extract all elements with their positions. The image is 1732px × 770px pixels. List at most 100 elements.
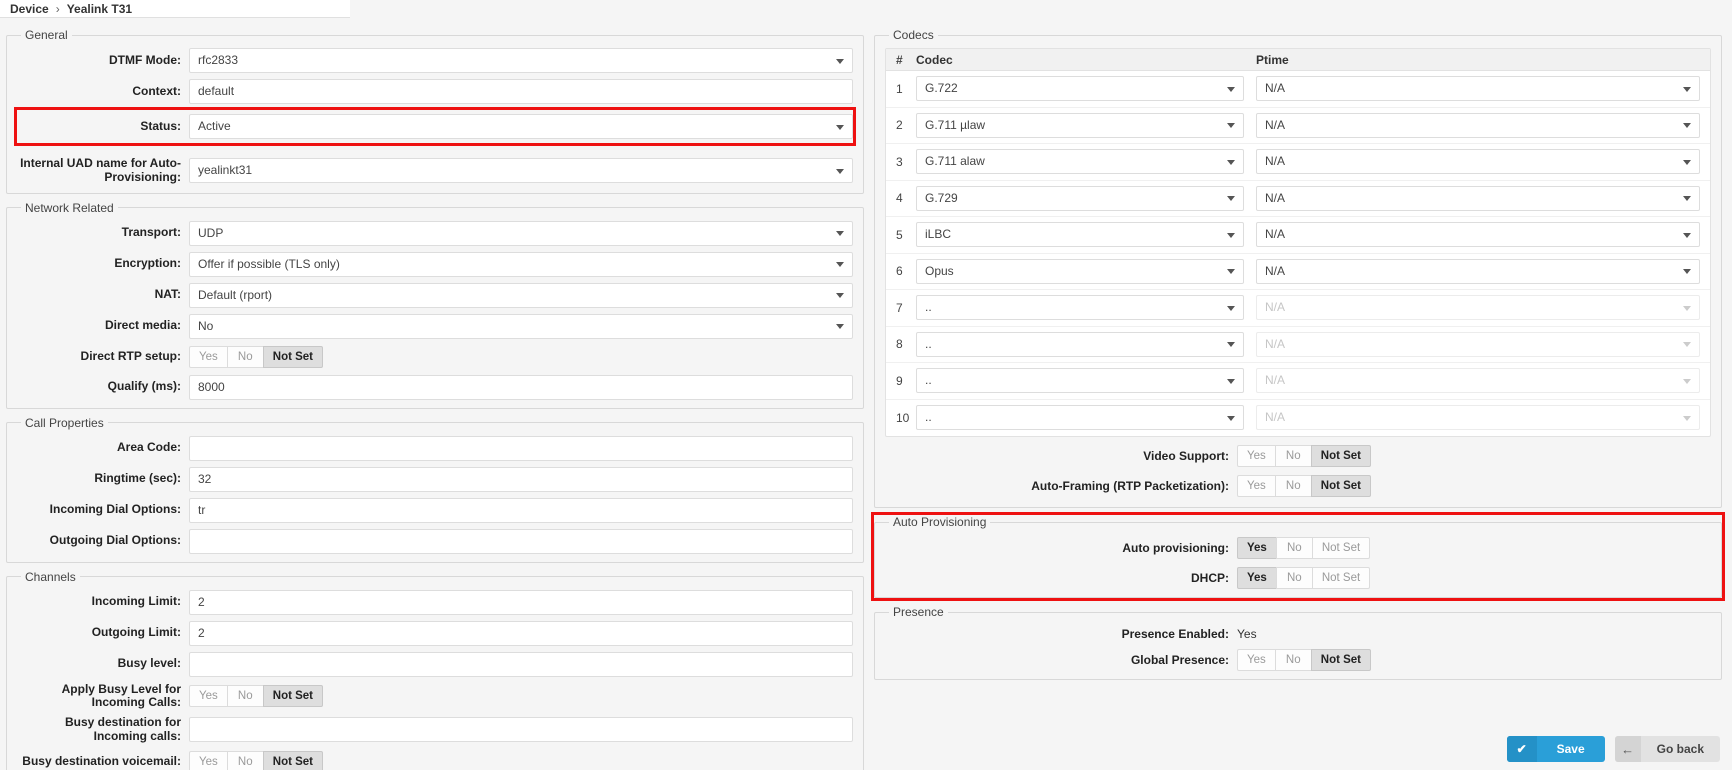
codec-select[interactable]: G.711 µlaw bbox=[916, 112, 1244, 138]
column-header-ptime: Ptime bbox=[1256, 52, 1289, 67]
apply-busy-level-yes[interactable]: Yes bbox=[189, 685, 228, 708]
apply-busy-level-notset[interactable]: Not Set bbox=[262, 685, 324, 708]
video-support-yes[interactable]: Yes bbox=[1237, 445, 1276, 467]
auto-framing-yes[interactable]: Yes bbox=[1237, 475, 1276, 497]
outgoing-dial-options-input[interactable] bbox=[189, 528, 853, 554]
ptime-select[interactable]: N/A bbox=[1256, 258, 1700, 284]
codec-select[interactable]: .. bbox=[916, 295, 1244, 321]
busy-destination-voicemail-yes[interactable]: Yes bbox=[189, 750, 228, 770]
chevron-down-icon bbox=[1683, 86, 1691, 92]
incoming-limit-input[interactable]: 2 bbox=[189, 589, 853, 615]
transport-select[interactable]: UDP bbox=[189, 220, 853, 246]
global-presence-toggle[interactable]: Yes No Not Set bbox=[1237, 649, 1372, 671]
direct-rtp-setup-no[interactable]: No bbox=[226, 345, 264, 368]
busy-destination-voicemail-notset[interactable]: Not Set bbox=[262, 750, 324, 770]
busy-destination-voicemail-no[interactable]: No bbox=[226, 750, 264, 770]
codec-select[interactable]: iLBC bbox=[916, 222, 1244, 248]
codec-select[interactable]: G.722 bbox=[916, 76, 1244, 102]
direct-rtp-setup-yes[interactable]: Yes bbox=[189, 345, 228, 368]
direct-rtp-setup-toggle[interactable]: Yes No Not Set bbox=[189, 345, 324, 368]
codec-select[interactable]: G.711 alaw bbox=[916, 149, 1244, 175]
busy-destination-incoming-input[interactable] bbox=[189, 717, 853, 743]
codec-select[interactable]: .. bbox=[916, 331, 1244, 357]
save-button-label: Save bbox=[1556, 742, 1585, 756]
area-code-input[interactable] bbox=[189, 435, 853, 461]
table-row: 6 Opus N/A bbox=[886, 254, 1710, 290]
auto-provisioning-notset[interactable]: Not Set bbox=[1311, 537, 1371, 559]
network-related-section: Network Related Transport: UDP Encryptio… bbox=[6, 200, 864, 409]
internal-uad-name-select[interactable]: yealinkt31 bbox=[189, 158, 853, 184]
arrow-left-icon: ← bbox=[1614, 736, 1641, 762]
field-internal-uad-name: Internal UAD name for Auto-Provisioning:… bbox=[17, 156, 853, 185]
incoming-dial-options-input[interactable]: tr bbox=[189, 497, 853, 523]
encryption-select[interactable]: Offer if possible (TLS only) bbox=[189, 251, 853, 277]
field-auto-provisioning: Auto provisioning: Yes No Not Set bbox=[885, 537, 1711, 559]
ptime-select[interactable]: N/A bbox=[1256, 112, 1700, 138]
auto-framing-label: Auto-Framing (RTP Packetization): bbox=[1031, 479, 1229, 493]
auto-provisioning-no[interactable]: No bbox=[1275, 537, 1313, 559]
global-presence-notset[interactable]: Not Set bbox=[1310, 649, 1372, 671]
table-row: 2 G.711 µlaw N/A bbox=[886, 108, 1710, 144]
go-back-button[interactable]: ← Go back bbox=[1614, 736, 1720, 762]
breadcrumb-root[interactable]: Device bbox=[10, 2, 49, 16]
left-column: General DTMF Mode: rfc2833 Context: defa… bbox=[6, 28, 864, 770]
direct-media-select[interactable]: No bbox=[189, 313, 853, 339]
presence-section: Presence Presence Enabled: Yes Global Pr… bbox=[874, 605, 1722, 680]
ptime-select[interactable]: N/A bbox=[1256, 222, 1700, 248]
chevron-down-icon bbox=[1227, 378, 1235, 384]
dhcp-notset[interactable]: Not Set bbox=[1311, 567, 1371, 589]
chevron-down-icon bbox=[836, 262, 844, 268]
dtmf-mode-select[interactable]: rfc2833 bbox=[189, 48, 853, 73]
internal-uad-name-value: yealinkt31 bbox=[198, 163, 253, 178]
codec-select[interactable]: G.729 bbox=[916, 185, 1244, 211]
video-support-no[interactable]: No bbox=[1274, 445, 1312, 467]
save-button[interactable]: ✔ Save bbox=[1506, 736, 1605, 762]
video-support-notset[interactable]: Not Set bbox=[1310, 445, 1372, 467]
ringtime-input[interactable]: 32 bbox=[189, 466, 853, 492]
row-number: 5 bbox=[896, 227, 903, 242]
auto-framing-no[interactable]: No bbox=[1274, 475, 1312, 497]
codec-select[interactable]: Opus bbox=[916, 258, 1244, 284]
chevron-down-icon bbox=[1683, 378, 1691, 384]
outgoing-limit-input[interactable]: 2 bbox=[189, 620, 853, 646]
codec-select[interactable]: .. bbox=[916, 405, 1244, 431]
busy-destination-voicemail-toggle[interactable]: Yes No Not Set bbox=[189, 750, 324, 770]
global-presence-label: Global Presence: bbox=[1130, 653, 1229, 667]
auto-provisioning-yes[interactable]: Yes bbox=[1237, 537, 1277, 559]
auto-provisioning-toggle[interactable]: Yes No Not Set bbox=[1237, 537, 1371, 559]
ptime-select[interactable]: N/A bbox=[1256, 185, 1700, 211]
nat-select[interactable]: Default (rport) bbox=[189, 282, 853, 308]
auto-framing-notset[interactable]: Not Set bbox=[1310, 475, 1372, 497]
dhcp-label: DHCP: bbox=[1191, 571, 1229, 585]
nat-label: NAT: bbox=[154, 287, 181, 302]
video-support-toggle[interactable]: Yes No Not Set bbox=[1237, 445, 1372, 467]
chevron-down-icon bbox=[1227, 196, 1235, 202]
direct-rtp-setup-notset[interactable]: Not Set bbox=[262, 345, 324, 368]
status-select[interactable]: Active bbox=[189, 114, 853, 139]
apply-busy-level-toggle[interactable]: Yes No Not Set bbox=[189, 685, 324, 708]
presence-enabled-label: Presence Enabled: bbox=[1121, 627, 1229, 641]
dhcp-no[interactable]: No bbox=[1275, 567, 1313, 589]
dhcp-yes[interactable]: Yes bbox=[1237, 567, 1277, 589]
global-presence-yes[interactable]: Yes bbox=[1237, 649, 1276, 671]
ptime-select[interactable]: N/A bbox=[1256, 149, 1700, 175]
apply-busy-level-no[interactable]: No bbox=[226, 685, 264, 708]
busy-level-input[interactable] bbox=[189, 651, 853, 677]
auto-framing-toggle[interactable]: Yes No Not Set bbox=[1237, 475, 1372, 497]
chevron-down-icon bbox=[1227, 123, 1235, 129]
qualify-input[interactable]: 8000 bbox=[189, 374, 853, 400]
breadcrumb-current[interactable]: Yealink T31 bbox=[67, 2, 132, 16]
codec-select[interactable]: .. bbox=[916, 368, 1244, 394]
field-busy-level: Busy level: bbox=[17, 651, 853, 677]
row-number: 6 bbox=[896, 264, 903, 279]
chevron-down-icon bbox=[1227, 305, 1235, 311]
global-presence-no[interactable]: No bbox=[1274, 649, 1312, 671]
chevron-down-icon bbox=[1683, 159, 1691, 165]
chevron-down-icon bbox=[836, 324, 844, 330]
nat-value: Default (rport) bbox=[198, 287, 273, 302]
dhcp-toggle[interactable]: Yes No Not Set bbox=[1237, 567, 1371, 589]
ptime-select[interactable]: N/A bbox=[1256, 76, 1700, 102]
context-input[interactable]: default bbox=[189, 79, 853, 104]
field-busy-destination-voicemail: Busy destination voicemail: Yes No Not S… bbox=[17, 750, 853, 770]
chevron-down-icon bbox=[1227, 86, 1235, 92]
